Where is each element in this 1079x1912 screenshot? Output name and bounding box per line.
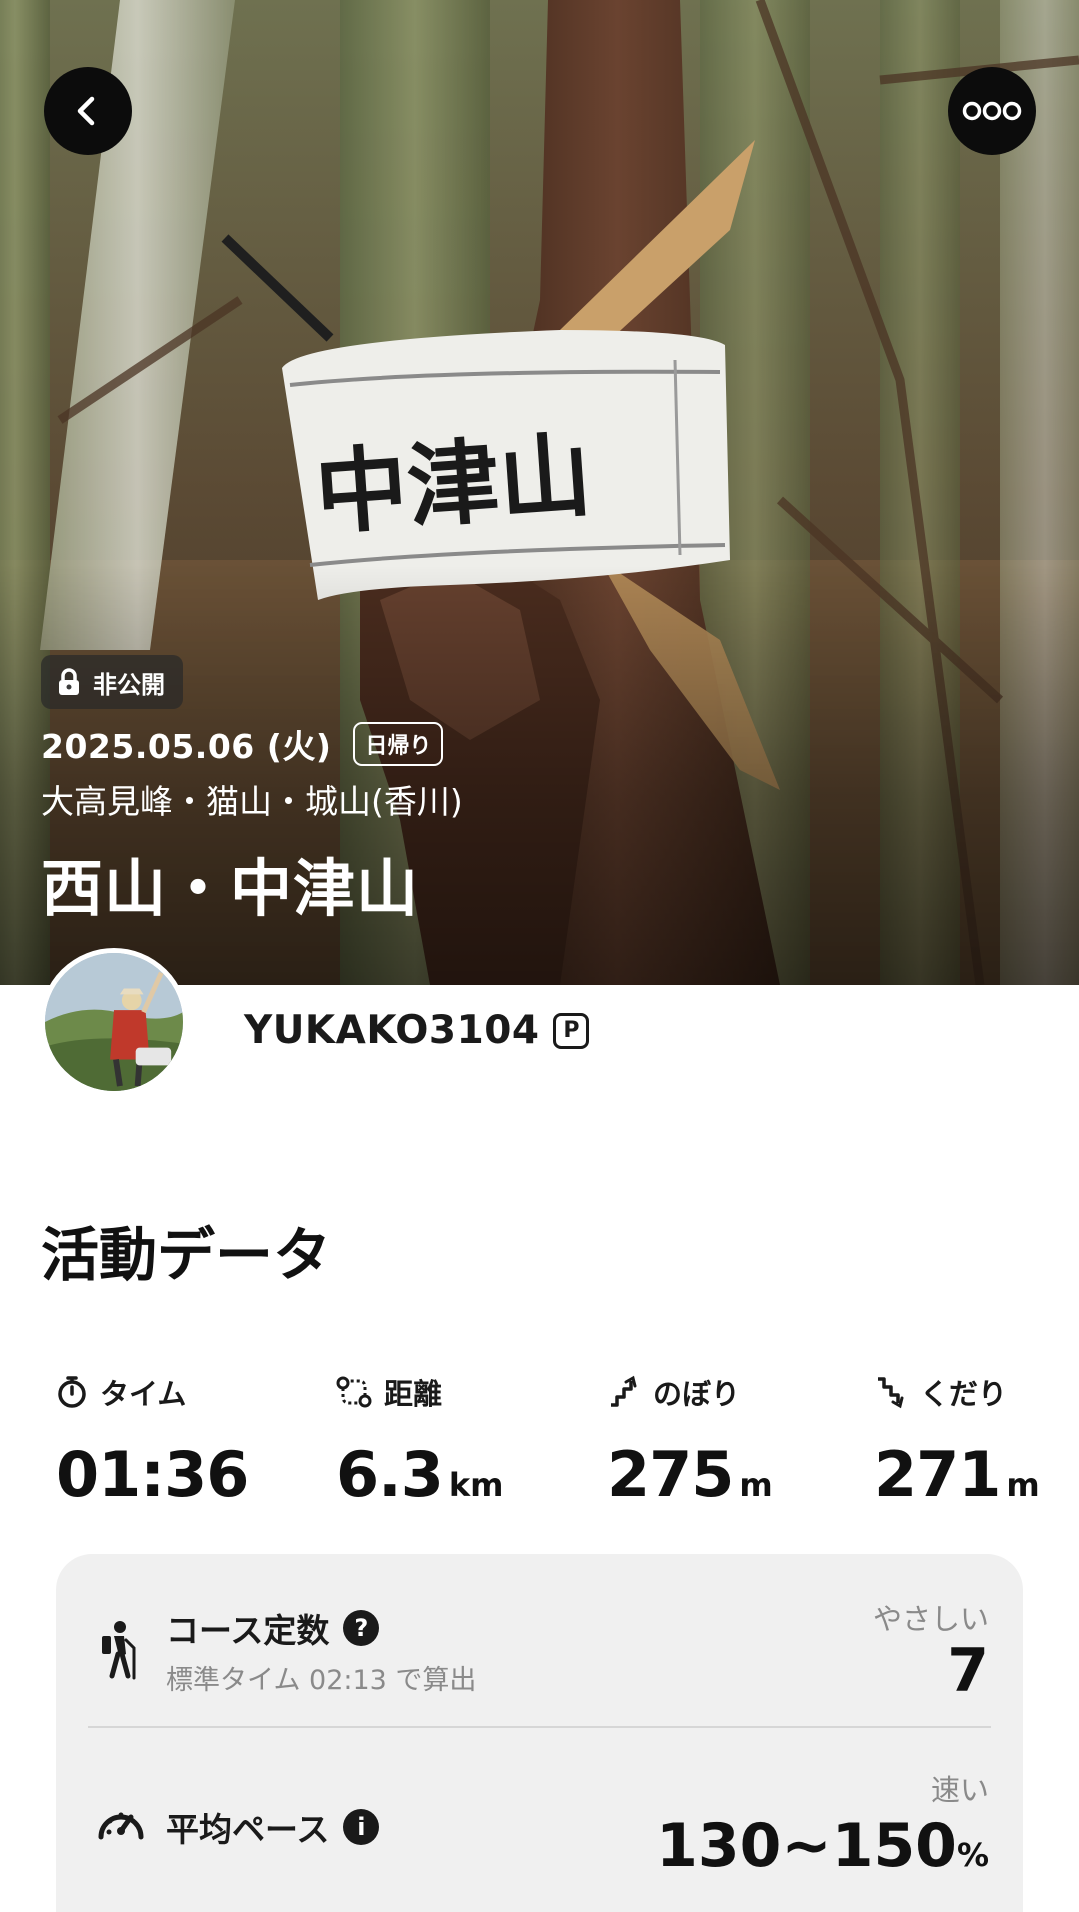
mountain-area[interactable]: 大高見峰・猫山・城山(香川) [41,775,463,823]
standard-time-note: 標準タイム 02:13 で算出 [166,1665,477,1696]
ascent-icon [611,1375,637,1407]
premium-badge-icon: P [553,1012,590,1049]
course-constant-title: コース定数 ? [166,1604,380,1652]
back-button[interactable] [44,67,132,155]
descent-icon [878,1377,904,1409]
speedometer-icon [98,1812,144,1840]
stat-value: 6.3 [336,1438,444,1511]
activity-title: 西山・中津山 [41,852,420,925]
stat-value: 01:36 [56,1438,249,1511]
course-constant-label: コース定数 [166,1611,330,1650]
stat-unit: km [448,1466,504,1504]
pace-rating: 速い [930,1773,989,1807]
stat-value: 271 [874,1438,1001,1511]
course-summary-card: コース定数 ? 標準タイム 02:13 で算出 やさしい 7 平均ペース i 速… [56,1554,1023,1912]
pace-unit: % [956,1836,989,1874]
course-constant-row[interactable]: コース定数 ? 標準タイム 02:13 で算出 やさしい 7 [56,1554,1023,1726]
stat-label: くだり [920,1377,1008,1411]
more-horizontal-icon [962,101,1022,121]
route-icon [336,1376,372,1408]
average-pace-label: 平均ペース [166,1810,330,1849]
stats-row: タイム 01:36 距離 6.3 km のぼり 275 m くだり 271 m [40,1370,1040,1520]
stat-descent: くだり 271 m [874,1370,1040,1511]
average-pace-value: 130~150% [656,1811,989,1881]
avatar-image [45,953,183,1091]
difficulty-rating: やさしい [872,1602,989,1636]
course-constant-value: 7 [947,1636,989,1706]
average-pace-title: 平均ペース i [166,1803,380,1851]
section-title-activity: 活動データ [41,1221,332,1289]
info-icon[interactable]: i [343,1809,380,1845]
private-label: 非公開 [93,670,165,699]
average-pace-row[interactable]: 平均ペース i 速い 130~150% [56,1727,1023,1912]
private-badge: 非公開 [41,655,183,709]
stat-distance: 距離 6.3 km [336,1370,503,1511]
username[interactable]: YUKAKO3104 [244,1008,539,1053]
sign-text: 中津山 [312,422,595,548]
trip-type-badge: 日帰り [353,722,444,766]
lock-icon [59,668,79,695]
stopwatch-icon [58,1376,86,1408]
more-options-button[interactable] [948,67,1036,155]
chevron-left-icon [77,96,95,126]
stat-label: 距離 [384,1377,443,1411]
date-row: 2025.05.06 (火) 日帰り [41,720,444,768]
stat-time: タイム 01:36 [56,1370,249,1511]
activity-date: 2025.05.06 (火) [41,727,332,766]
stat-unit: m [739,1466,773,1504]
stat-unit: m [1006,1466,1040,1504]
stat-label: のぼり [653,1377,741,1411]
help-icon[interactable]: ? [343,1610,380,1646]
stat-label: タイム [100,1377,187,1411]
hiker-icon [102,1621,136,1680]
stat-value: 275 [607,1438,734,1511]
hero-photo: 中津山 非公開 2025.05.06 (火) 日帰り 大高見峰・猫山・城山(香川… [0,0,1079,985]
user-row[interactable]: YUKAKO3104 P [244,1008,590,1053]
avatar[interactable] [40,948,188,1096]
pace-range: 130~150 [656,1811,957,1881]
stat-ascent: のぼり 275 m [607,1370,773,1511]
